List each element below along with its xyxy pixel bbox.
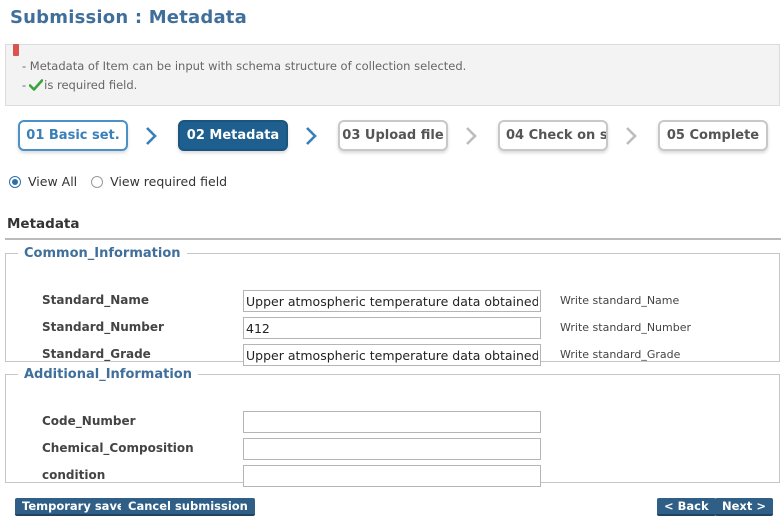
info-line-1: - Metadata of Item can be input with sch… (22, 59, 467, 73)
field-label: Code_Number (42, 414, 136, 428)
chevron-right-icon (626, 127, 637, 145)
chevron-right-icon (146, 127, 157, 145)
radio-view-required[interactable] (91, 175, 104, 188)
info-line-2: - is required field. (22, 78, 137, 92)
field-label: Chemical_Composition (42, 441, 194, 455)
additional-information-legend: Additional_Information (24, 367, 192, 382)
cancel-submission-button[interactable]: Cancel submission (121, 498, 255, 516)
flag-icon (13, 44, 19, 56)
field-row: Standard_Name Write standard_Name (6, 290, 779, 312)
field-label: Standard_Number (42, 320, 164, 334)
field-row: Chemical_Composition (6, 438, 779, 460)
common-information-legend: Common_Information (24, 246, 181, 261)
field-label: Standard_Name (42, 293, 149, 307)
required-check-icon (29, 79, 44, 91)
common-information-group: Common_Information Standard_Name Write s… (5, 246, 780, 366)
step-basic-set[interactable]: 01 Basic set. (18, 120, 128, 151)
back-button[interactable]: < Back (657, 498, 716, 516)
chemical-composition-input[interactable] (243, 438, 541, 460)
field-hint: Write standard_Grade (560, 348, 681, 361)
metadata-section-title: Metadata (7, 216, 80, 232)
field-label: condition (42, 468, 106, 482)
standard-grade-input[interactable] (243, 344, 541, 366)
field-row: Code_Number (6, 411, 779, 433)
step-complete[interactable]: 05 Complete (658, 120, 768, 151)
field-hint: Write standard_Number (560, 321, 692, 334)
field-row: condition (6, 465, 779, 487)
section-divider (5, 238, 781, 240)
additional-information-group: Additional_Information Code_Number Chemi… (5, 367, 780, 487)
radio-view-required-label[interactable]: View required field (110, 174, 227, 189)
field-row: Standard_Grade Write standard_Grade (6, 344, 779, 366)
info-line-2-suffix: is required field. (44, 78, 138, 92)
info-line-2-prefix: - (22, 78, 27, 92)
step-metadata[interactable]: 02 Metadata (178, 120, 288, 151)
view-filter: View All View required field (9, 174, 241, 189)
step-navigation: 01 Basic set. 02 Metadata 03 Upload file… (18, 120, 778, 152)
field-row: Standard_Number Write standard_Number (6, 317, 779, 339)
standard-number-input[interactable] (243, 317, 541, 339)
chevron-right-icon (306, 127, 317, 145)
step-upload-file[interactable]: 03 Upload file (338, 120, 448, 151)
condition-input[interactable] (243, 465, 541, 487)
temporary-save-button[interactable]: Temporary save (15, 498, 132, 516)
field-hint: Write standard_Name (560, 294, 680, 307)
radio-view-all[interactable] (9, 175, 21, 188)
chevron-right-icon (466, 127, 477, 145)
step-check-on-submission[interactable]: 04 Check on sub (498, 120, 608, 151)
next-button[interactable]: Next > (715, 498, 773, 516)
standard-name-input[interactable] (243, 290, 541, 312)
code-number-input[interactable] (243, 411, 541, 433)
page-title: Submission : Metadata (10, 7, 247, 28)
field-label: Standard_Grade (42, 347, 151, 361)
radio-view-all-label[interactable]: View All (28, 174, 77, 189)
info-box: - Metadata of Item can be input with sch… (5, 44, 780, 106)
